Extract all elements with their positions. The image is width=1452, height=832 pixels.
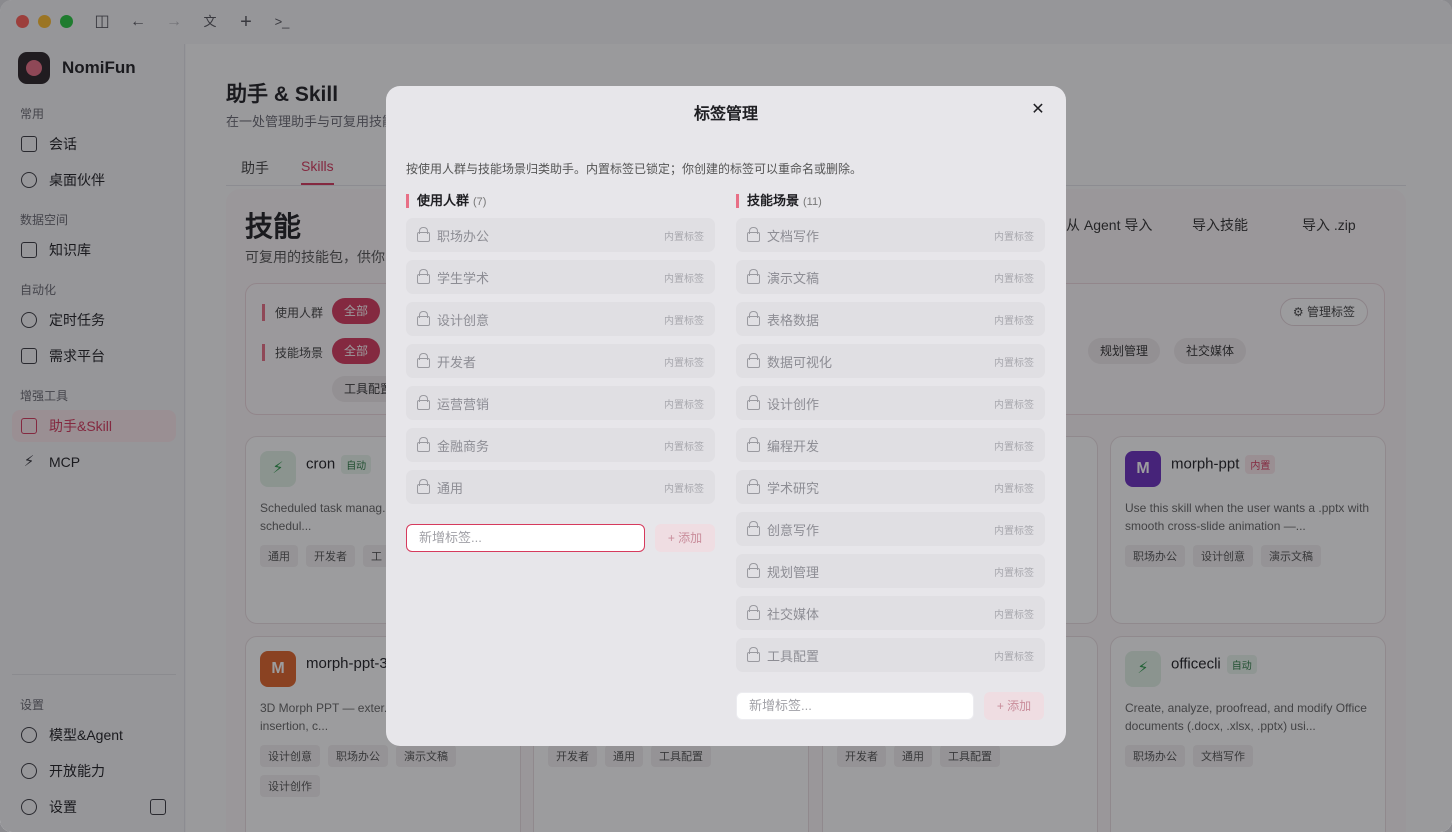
scene-title: 技能场景 [747,193,800,208]
tag-row[interactable]: 设计创作 内置标签 [736,386,1045,420]
audience-header: 使用人群 (7) [406,194,715,208]
lock-icon [747,605,760,620]
tag-name: 开发者 [437,355,477,370]
tag-name: 学生学术 [437,271,490,286]
lock-icon [747,353,760,368]
add-audience-tag-button[interactable]: + 添加 [655,524,715,552]
tag-row[interactable]: 运营营销 内置标签 [406,386,715,420]
tag-name: 金融商务 [437,439,490,454]
app-window: ◫ ← → 文 + >_ NomiFun 常用 会话 桌面伙伴 数据空间 知识库… [0,0,1452,832]
lock-icon [417,395,430,410]
tag-name: 设计创作 [767,397,820,412]
add-label: 添加 [678,531,703,545]
lock-icon [417,437,430,452]
builtin-label: 内置标签 [994,442,1034,453]
builtin-label: 内置标签 [994,358,1034,369]
builtin-label: 内置标签 [994,610,1034,621]
tag-name: 运营营销 [437,397,490,412]
lock-icon [747,521,760,536]
builtin-label: 内置标签 [664,358,704,369]
tag-name: 通用 [437,481,464,496]
lock-icon [747,437,760,452]
tag-name: 社交媒体 [767,607,820,622]
builtin-label: 内置标签 [994,526,1034,537]
tag-row[interactable]: 数据可视化 内置标签 [736,344,1045,378]
tag-row[interactable]: 金融商务 内置标签 [406,428,715,462]
modal-title: 标签管理 [693,106,758,123]
tag-name: 设计创意 [437,313,490,328]
tag-row[interactable]: 规划管理 内置标签 [736,554,1045,588]
tag-row[interactable]: 表格数据 内置标签 [736,302,1045,336]
modal-description: 按使用人群与技能场景归类助手。内置标签已锁定；你创建的标签可以重命名或删除。 [406,162,863,176]
lock-icon [417,269,430,284]
builtin-label: 内置标签 [994,274,1034,285]
add-scene-tag-button[interactable]: + 添加 [984,692,1044,720]
audience-column: 使用人群 (7) 职场办公 内置标签 学生学术 内置标签 设计创意 内置标签 开发者 内置标签运… [406,194,715,504]
lock-icon [747,269,760,284]
add-label: 添加 [1007,699,1032,713]
lock-icon [747,563,760,578]
tag-name: 表格数据 [767,313,820,328]
tag-name: 工具配置 [767,649,820,664]
close-icon[interactable]: ✕ [1028,100,1048,120]
tag-row[interactable]: 职场办公 内置标签 [406,218,715,252]
builtin-label: 内置标签 [994,652,1034,663]
tag-name: 学术研究 [767,481,820,496]
lock-icon [747,395,760,410]
tag-name: 编程开发 [767,439,820,454]
lock-icon [417,311,430,326]
builtin-label: 内置标签 [994,568,1034,579]
lock-icon [747,311,760,326]
lock-icon [747,479,760,494]
builtin-label: 内置标签 [664,232,704,243]
builtin-label: 内置标签 [664,442,704,453]
lock-icon [417,227,430,242]
scene-count: (11) [803,196,822,208]
tag-row[interactable]: 通用 内置标签 [406,470,715,504]
tag-row[interactable]: 创意写作 内置标签 [736,512,1045,546]
plus-icon: + [996,699,1008,713]
new-audience-tag-input[interactable]: 新增标签... [406,524,645,552]
lock-icon [747,227,760,242]
tag-row[interactable]: 工具配置 内置标签 [736,638,1045,672]
audience-title: 使用人群 [417,193,470,208]
tag-row[interactable]: 学生学术 内置标签 [406,260,715,294]
builtin-label: 内置标签 [994,232,1034,243]
builtin-label: 内置标签 [664,316,704,327]
tag-row[interactable]: 社交媒体 内置标签 [736,596,1045,630]
scene-header: 技能场景 (11) [736,194,1045,208]
builtin-label: 内置标签 [664,400,704,411]
tag-row[interactable]: 学术研究 内置标签 [736,470,1045,504]
tag-name: 数据可视化 [767,355,833,370]
lock-icon [417,479,430,494]
builtin-label: 内置标签 [994,316,1034,327]
tag-name: 文档写作 [767,229,820,244]
builtin-label: 内置标签 [994,400,1034,411]
tag-row[interactable]: 开发者 内置标签 [406,344,715,378]
scene-column: 技能场景 (11) 文档写作 内置标签 演示文稿 内置标签 表格数据 内置标签 数据可视化 内置… [736,194,1045,672]
tag-row[interactable]: 演示文稿 内置标签 [736,260,1045,294]
tag-name: 创意写作 [767,523,820,538]
audience-count: (7) [473,196,487,208]
tag-name: 职场办公 [437,229,490,244]
lock-icon [747,647,760,662]
lock-icon [417,353,430,368]
plus-icon: + [667,531,679,545]
builtin-label: 内置标签 [994,484,1034,495]
new-scene-tag-input[interactable]: 新增标签... [736,692,974,720]
builtin-label: 内置标签 [664,274,704,285]
builtin-label: 内置标签 [664,484,704,495]
tag-row[interactable]: 文档写作 内置标签 [736,218,1045,252]
tag-name: 规划管理 [767,565,820,580]
tag-row[interactable]: 编程开发 内置标签 [736,428,1045,462]
tag-name: 演示文稿 [767,271,820,286]
tag-row[interactable]: 设计创意 内置标签 [406,302,715,336]
tag-management-dialog: 标签管理 ✕ 按使用人群与技能场景归类助手。内置标签已锁定；你创建的标签可以重命… [386,86,1066,746]
